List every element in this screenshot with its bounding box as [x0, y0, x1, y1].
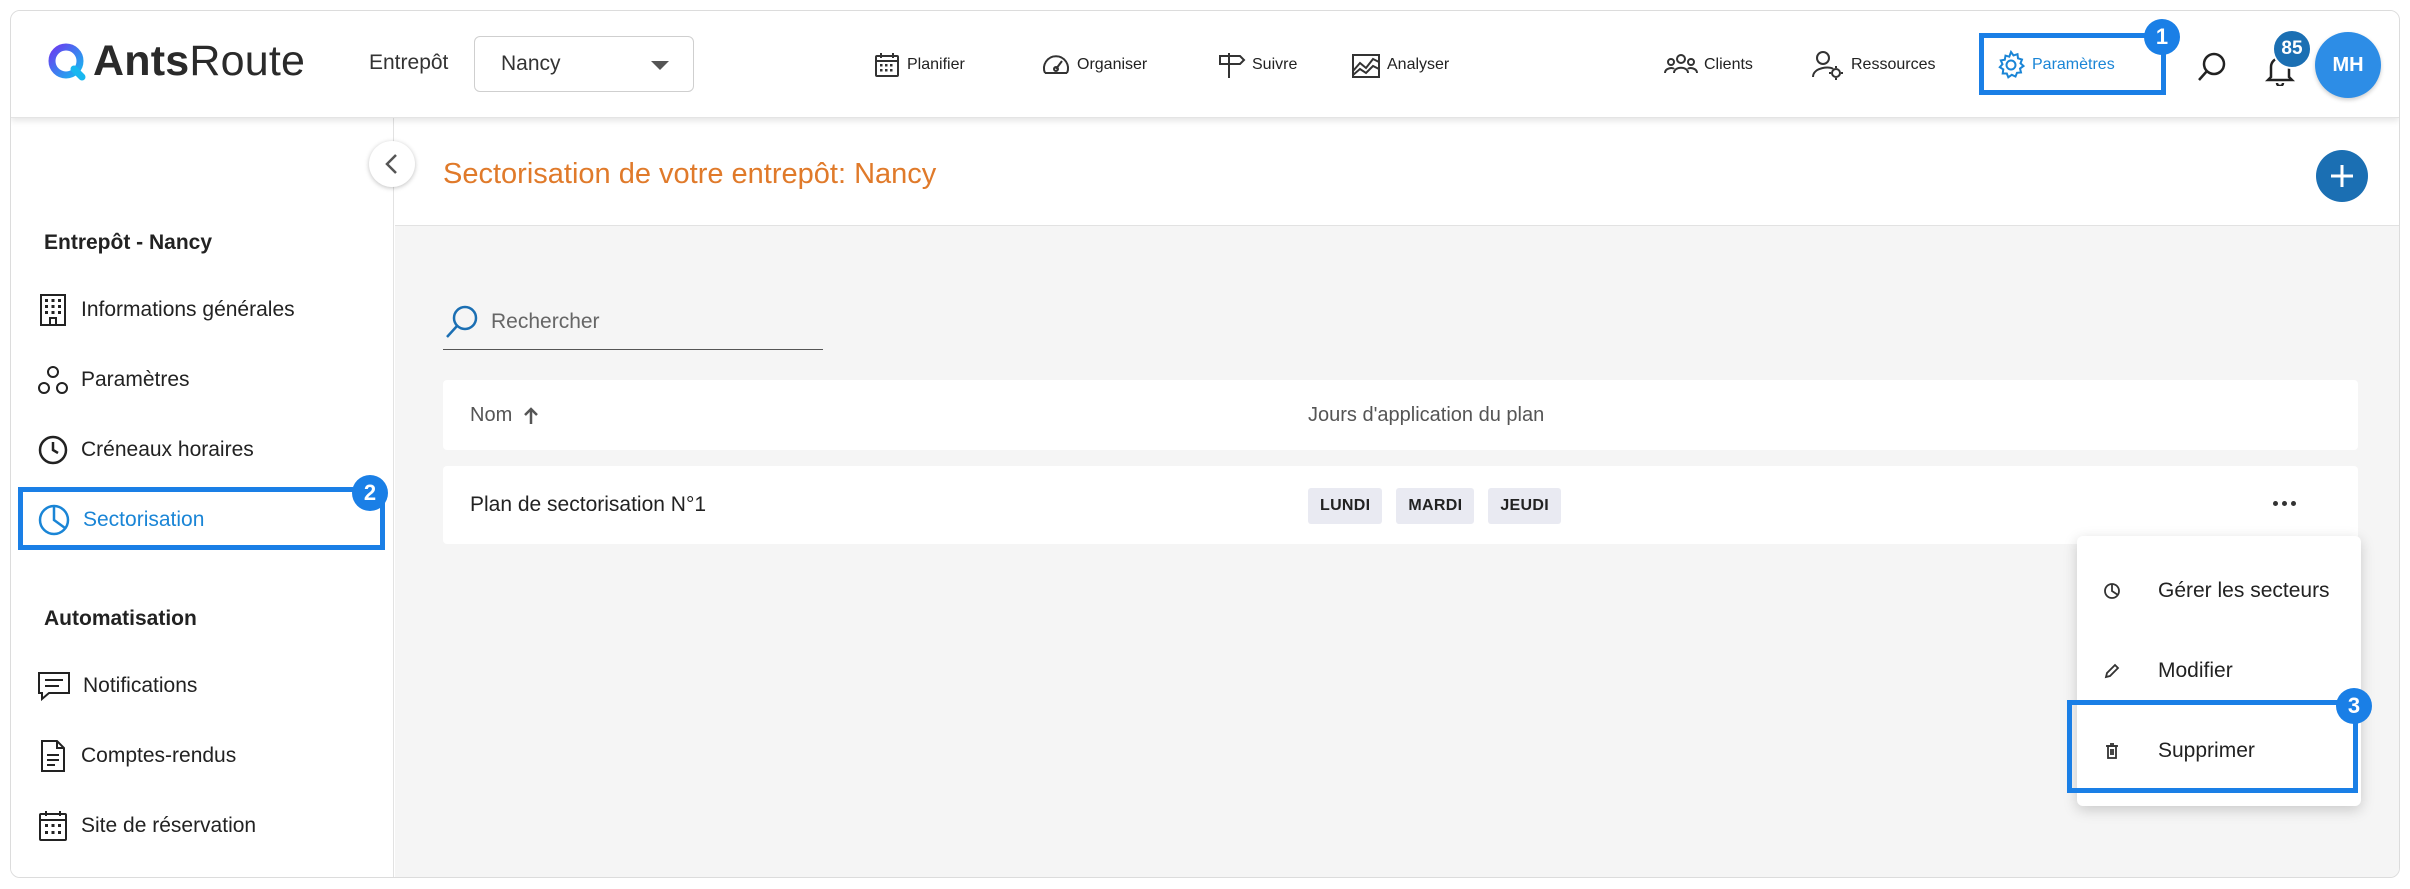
sidebar-item-parametres[interactable]: Paramètres [37, 358, 190, 402]
nav-ressources-label: Ressources [1851, 56, 1936, 73]
app-window: AntsRoute Entrepôt Nancy Planifier Organ… [10, 10, 2400, 878]
pie-chart-icon [2104, 583, 2120, 599]
nav-organiser[interactable]: Organiser [1041, 45, 1147, 85]
warehouse-select-value: Nancy [501, 52, 561, 75]
search-button[interactable] [2195, 47, 2229, 87]
sidebar-item-label: Informations générales [81, 298, 295, 321]
more-dot-icon [2290, 500, 2296, 506]
clock-icon [38, 435, 68, 465]
sort-ascending-icon [524, 406, 539, 424]
sidebar: Entrepôt - Nancy Informations générales … [11, 118, 394, 877]
plan-name: Plan de sectorisation N°1 [470, 493, 707, 516]
more-dot-icon [2272, 500, 2278, 506]
step-2-badge: 2 [352, 475, 388, 511]
building-icon [40, 294, 66, 326]
sidebar-item-label: Notifications [83, 674, 198, 697]
search-field [443, 294, 823, 350]
notification-count-badge: 85 [2272, 29, 2312, 69]
molecule-icon [38, 366, 68, 394]
sidebar-item-informations-generales[interactable]: Informations générales [37, 288, 295, 332]
nav-clients[interactable]: Clients [1664, 45, 1753, 85]
sidebar-item-label: Créneaux horaires [81, 438, 254, 461]
page-title: Sectorisation de votre entrepôt: Nancy [443, 158, 937, 190]
pencil-icon [2104, 663, 2120, 679]
search-icon [2198, 52, 2226, 81]
step-1-badge: 1 [2144, 19, 2180, 55]
calendar-icon [875, 53, 899, 77]
sidebar-heading-warehouse: Entrepôt - Nancy [44, 231, 213, 254]
day-tag: JEUDI [1488, 488, 1561, 524]
document-icon [41, 740, 65, 772]
step-2-highlight [18, 487, 385, 550]
step-3-highlight [2067, 700, 2358, 793]
day-tags: LUNDI MARDI JEUDI [1308, 488, 1561, 524]
column-header-days-label: Jours d'application du plan [1308, 404, 1545, 426]
table-header: Nom Jours d'application du plan [443, 380, 2358, 450]
logo-text: AntsRoute [93, 37, 306, 85]
user-gear-icon [1812, 51, 1843, 80]
signpost-icon [1219, 53, 1246, 78]
users-icon [1664, 54, 1698, 74]
sidebar-item-label: Comptes-rendus [81, 744, 237, 767]
chart-icon [1352, 54, 1380, 78]
sidebar-item-site-de-reservation[interactable]: Site de réservation [37, 804, 256, 848]
nav-clients-label: Clients [1704, 56, 1753, 73]
sidebar-item-label: Paramètres [81, 368, 190, 391]
speedometer-icon [1043, 55, 1069, 74]
row-actions-button[interactable] [2266, 488, 2302, 518]
nav-organiser-label: Organiser [1077, 56, 1148, 73]
sidebar-item-comptes-rendus[interactable]: Comptes-rendus [37, 734, 236, 778]
step-3-badge: 3 [2336, 688, 2372, 724]
search-input[interactable] [491, 309, 811, 334]
day-tag: MARDI [1396, 488, 1475, 524]
nav-analyser[interactable]: Analyser [1351, 45, 1449, 85]
sidebar-item-label: Site de réservation [81, 814, 257, 837]
page-header: Sectorisation de votre entrepôt: Nancy [395, 118, 2399, 226]
nav-planifier-label: Planifier [907, 56, 965, 73]
sidebar-item-creneaux-horaires[interactable]: Créneaux horaires [37, 428, 254, 472]
menu-item-modifier[interactable]: Modifier [2077, 631, 2361, 711]
nav-analyser-label: Analyser [1387, 56, 1450, 73]
message-icon [38, 672, 70, 702]
sidebar-item-notifications[interactable]: Notifications [37, 664, 197, 708]
search-icon [446, 305, 478, 338]
chevron-left-icon [385, 154, 397, 174]
sidebar-heading-automation: Automatisation [44, 607, 197, 630]
nav-suivre-label: Suivre [1252, 56, 1298, 73]
add-plan-button[interactable] [2316, 150, 2368, 202]
column-header-name-label: Nom [470, 404, 513, 426]
step-1-highlight [1979, 33, 2166, 95]
user-avatar[interactable]: MH [2315, 32, 2381, 98]
collapse-sidebar-button[interactable] [369, 141, 415, 187]
column-header-name[interactable]: Nom [470, 404, 540, 427]
calendar-icon [39, 811, 67, 841]
plus-icon [2331, 165, 2353, 187]
more-dot-icon [2281, 500, 2287, 506]
column-header-days: Jours d'application du plan [1308, 404, 1544, 427]
antsroute-logo[interactable]: AntsRoute [47, 40, 305, 83]
menu-item-label: Gérer les secteurs [2158, 579, 2330, 602]
nav-planifier[interactable]: Planifier [873, 45, 965, 85]
warehouse-label: Entrepôt [369, 51, 449, 74]
table-row[interactable]: Plan de sectorisation N°1 LUNDI MARDI JE… [443, 466, 2358, 544]
menu-item-label: Modifier [2158, 659, 2233, 682]
warehouse-select[interactable]: Nancy [474, 36, 694, 92]
nav-suivre[interactable]: Suivre [1216, 45, 1297, 85]
top-navigation-bar: AntsRoute Entrepôt Nancy Planifier Organ… [11, 11, 2399, 118]
logo-mark-icon [48, 43, 86, 80]
nav-ressources[interactable]: Ressources [1811, 45, 1935, 85]
day-tag: LUNDI [1308, 488, 1383, 524]
menu-item-gerer-secteurs[interactable]: Gérer les secteurs [2077, 551, 2361, 631]
chevron-down-icon [651, 61, 669, 70]
